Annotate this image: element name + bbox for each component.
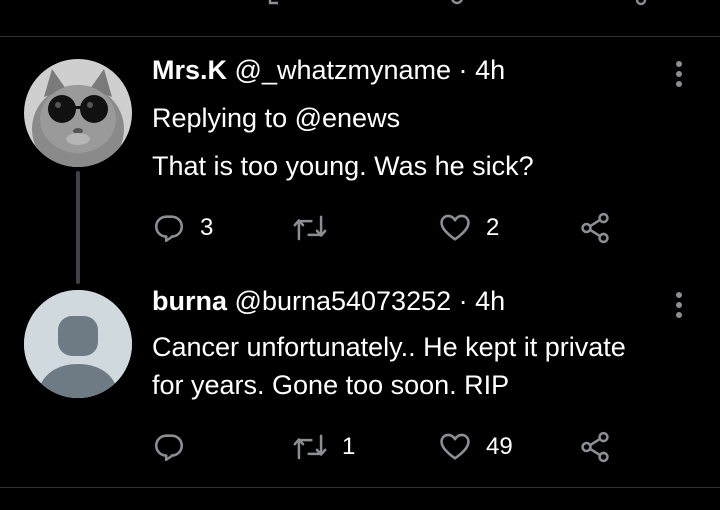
retweet-button[interactable] — [292, 208, 342, 248]
share-icon[interactable] — [630, 0, 652, 6]
display-name[interactable]: Mrs.K — [152, 55, 227, 85]
bottom-divider — [0, 487, 720, 488]
timestamp[interactable]: 4h — [475, 55, 505, 85]
retweet-button[interactable]: 1 — [292, 427, 355, 467]
reply-icon — [154, 215, 184, 243]
like-count: 49 — [486, 433, 513, 460]
avatar[interactable] — [24, 59, 132, 167]
more-icon[interactable] — [676, 61, 684, 91]
retweet-icon[interactable] — [268, 0, 290, 6]
tweet-text: That is too young. Was he sick? — [152, 151, 534, 181]
share-icon — [581, 212, 609, 244]
display-name[interactable]: burna — [152, 286, 227, 316]
reply-button[interactable]: 3 — [152, 208, 213, 248]
separator-dot: · — [458, 286, 468, 316]
reply-button[interactable] — [152, 427, 200, 467]
like-icon — [440, 433, 470, 460]
replying-prefix: Replying to — [152, 103, 288, 133]
default-avatar-image — [24, 290, 132, 398]
user-handle[interactable]: @_whatzmyname — [235, 55, 452, 85]
like-icon — [440, 214, 470, 241]
like-button[interactable]: 49 — [438, 427, 513, 467]
share-button[interactable] — [578, 427, 612, 467]
tweet-text-line: for years. Gone too soon. RIP — [152, 370, 510, 400]
thread-line — [76, 171, 80, 284]
replying-to-handle[interactable]: @enews — [295, 103, 400, 133]
avatar[interactable] — [24, 290, 132, 398]
timestamp[interactable]: 4h — [475, 286, 505, 316]
cat-avatar-image — [24, 59, 132, 167]
tweet-burna[interactable]: burna @burna54073252 · 4h Cancer unfortu… — [0, 284, 720, 486]
previous-tweet-actions — [0, 0, 720, 12]
replying-to: Replying to @enews — [152, 103, 400, 134]
user-handle[interactable]: @burna54073252 — [235, 286, 452, 316]
separator-dot: · — [458, 55, 468, 85]
retweet-count: 1 — [342, 433, 356, 460]
reply-count: 3 — [200, 214, 214, 241]
tweet-actions: 1 49 — [152, 427, 692, 467]
like-count: 2 — [486, 214, 500, 241]
tweet-actions: 3 2 — [152, 208, 692, 248]
share-button[interactable] — [578, 208, 612, 248]
retweet-icon — [293, 434, 327, 460]
tweet-header: Mrs.K @_whatzmyname · 4h — [152, 55, 505, 86]
like-icon[interactable] — [446, 0, 468, 6]
like-button[interactable]: 2 — [438, 208, 499, 248]
tweet-mrs-k[interactable]: Mrs.K @_whatzmyname · 4h Replying to @en… — [0, 37, 720, 284]
retweet-icon — [293, 215, 327, 241]
reply-icon — [154, 434, 184, 462]
more-icon[interactable] — [676, 292, 684, 322]
tweet-text-line: Cancer unfortunately.. He kept it privat… — [152, 332, 626, 362]
share-icon — [581, 431, 609, 463]
tweet-header: burna @burna54073252 · 4h — [152, 286, 505, 317]
